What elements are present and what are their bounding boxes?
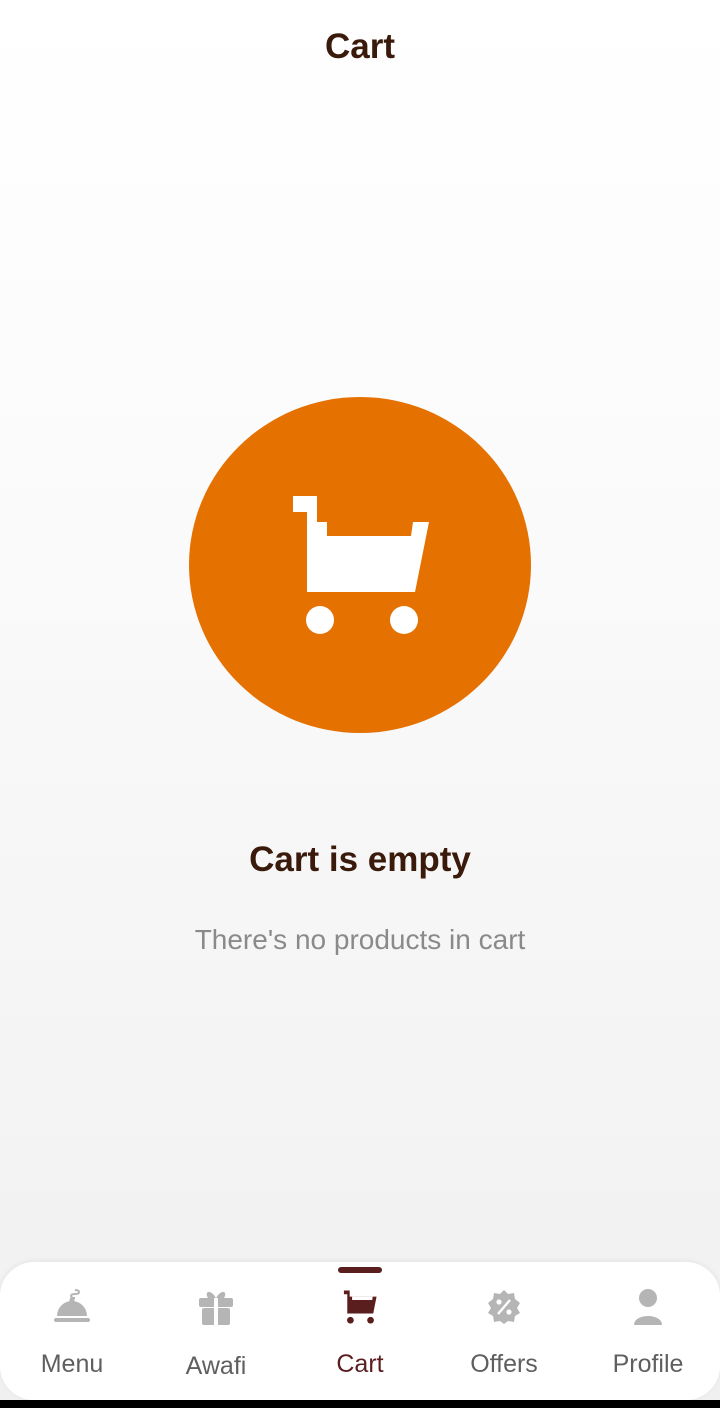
- empty-cart-illustration: [189, 397, 531, 733]
- active-tab-indicator: [338, 1267, 382, 1273]
- discount-badge-icon: [486, 1288, 522, 1326]
- nav-item-awafi[interactable]: Awafi: [144, 1262, 288, 1400]
- gift-icon: [198, 1288, 234, 1326]
- nav-label-profile: Profile: [612, 1350, 684, 1378]
- nav-label-offers: Offers: [470, 1350, 538, 1378]
- nav-label-awafi: Awafi: [185, 1352, 247, 1380]
- cart-icon: [342, 1288, 378, 1326]
- empty-cart-title: Cart is empty: [249, 840, 471, 879]
- system-bar-edge: [0, 1400, 720, 1408]
- nav-item-cart[interactable]: Cart: [288, 1262, 432, 1400]
- bottom-navigation: Menu Awafi Cart Offers Profile: [0, 1262, 720, 1400]
- empty-cart-state: Cart is empty There's no products in car…: [0, 397, 720, 956]
- person-icon: [633, 1288, 663, 1326]
- nav-item-profile[interactable]: Profile: [576, 1262, 720, 1400]
- cloche-icon: [53, 1288, 91, 1326]
- nav-label-cart: Cart: [336, 1350, 384, 1378]
- app-header: Cart: [0, 0, 720, 96]
- nav-item-offers[interactable]: Offers: [432, 1262, 576, 1400]
- nav-item-menu[interactable]: Menu: [0, 1262, 144, 1400]
- page-title: Cart: [324, 27, 396, 66]
- empty-cart-subtitle: There's no products in cart: [194, 924, 526, 955]
- shopping-cart-icon: [293, 496, 429, 634]
- nav-label-menu: Menu: [40, 1350, 104, 1378]
